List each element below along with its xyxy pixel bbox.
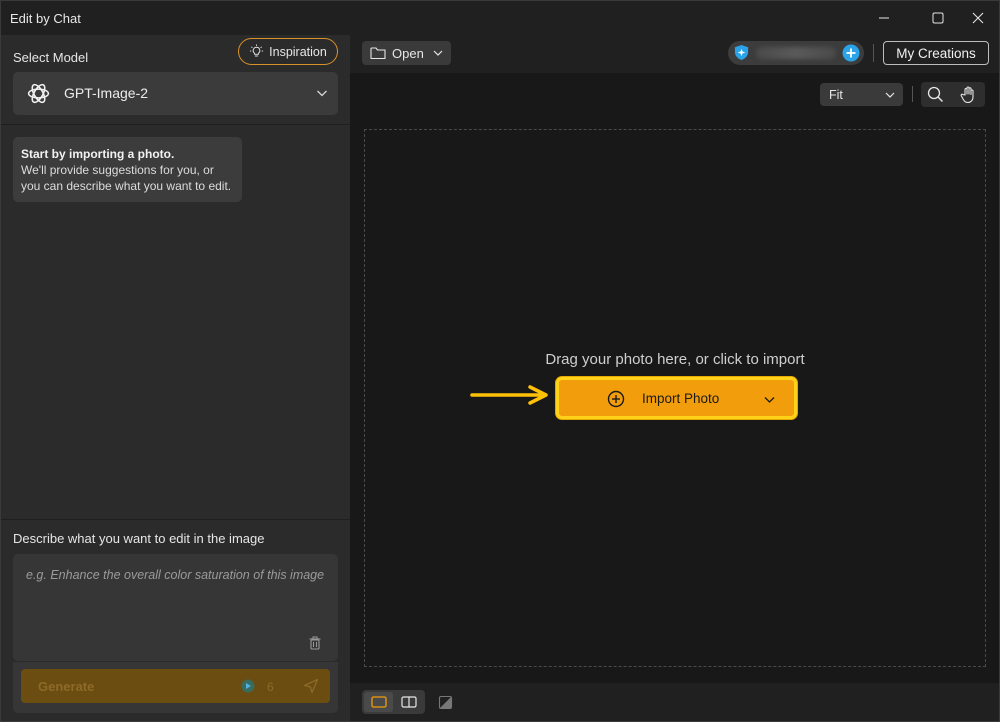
divider [873,44,874,62]
open-button[interactable]: Open [362,41,451,65]
send-icon [303,678,319,694]
close-icon [972,12,984,24]
blurred-username [756,47,836,59]
trash-icon[interactable] [308,636,322,650]
model-name: GPT-Image-2 [64,85,149,101]
plus-circle-icon[interactable] [842,44,860,62]
single-view-icon [370,696,387,708]
bottom-toolbar [350,683,999,721]
split-view-button[interactable] [395,692,423,712]
open-label: Open [392,45,424,61]
single-view-button[interactable] [364,692,393,712]
generate-area: Generate 6 [13,661,338,713]
compare-icon[interactable] [438,695,453,710]
divider [912,86,913,102]
minimize-button[interactable] [861,1,907,35]
divider [1,124,350,125]
top-toolbar: Open My Creations [350,35,999,73]
prompt-box [13,554,338,661]
fit-label: Fit [829,88,843,102]
hint-title: Start by importing a photo. [21,147,175,161]
left-panel: Select Model Inspiration GPT-Image-2 Sta… [1,35,350,721]
divider [1,519,350,520]
arrow-right-icon [470,385,548,405]
hint-card: Start by importing a photo. We'll provid… [13,137,242,202]
model-select[interactable]: GPT-Image-2 [13,72,338,115]
window-title: Edit by Chat [10,11,81,26]
split-view-icon [401,696,417,708]
credit-icon [241,679,255,693]
drop-zone[interactable]: Drag your photo here, or click to import… [364,129,986,667]
hand-icon[interactable] [959,85,978,104]
prompt-label: Describe what you want to edit in the im… [13,531,265,546]
maximize-icon [932,12,944,24]
chevron-down-icon [317,90,327,97]
credit-count: 6 [267,680,274,694]
prompt-input[interactable] [13,554,338,661]
app-window: Edit by Chat Select Model Inspiration GP… [0,0,1000,722]
lightbulb-icon [250,44,264,57]
plus-circle-icon [607,390,625,408]
import-photo-label: Import Photo [642,391,720,406]
drop-instructions: Drag your photo here, or click to import [545,351,805,368]
chevron-down-icon[interactable] [764,394,775,405]
shield-icon [734,44,749,61]
minimize-icon [879,17,889,19]
inspiration-button[interactable]: Inspiration [238,38,338,65]
hint-body: We'll provide suggestions for you, or yo… [21,163,232,193]
chevron-down-icon [885,92,895,98]
openai-logo-icon [27,83,50,104]
select-model-label: Select Model [13,50,89,65]
search-icon[interactable] [927,86,944,103]
my-creations-button[interactable]: My Creations [883,41,989,65]
view-mode-group [362,690,425,714]
account-pill[interactable] [728,41,864,65]
inspiration-label: Inspiration [269,44,327,59]
generate-button[interactable]: Generate 6 [21,669,330,703]
chevron-down-icon [433,50,443,56]
close-button[interactable] [955,1,1000,35]
fit-select[interactable]: Fit [820,83,903,106]
view-tools [921,82,985,107]
folder-icon [370,47,386,60]
title-bar: Edit by Chat [1,1,999,35]
import-photo-button[interactable]: Import Photo [556,377,797,419]
canvas-panel: Open My Creations Fit Drag your photo he… [350,35,999,721]
generate-label: Generate [38,679,95,694]
